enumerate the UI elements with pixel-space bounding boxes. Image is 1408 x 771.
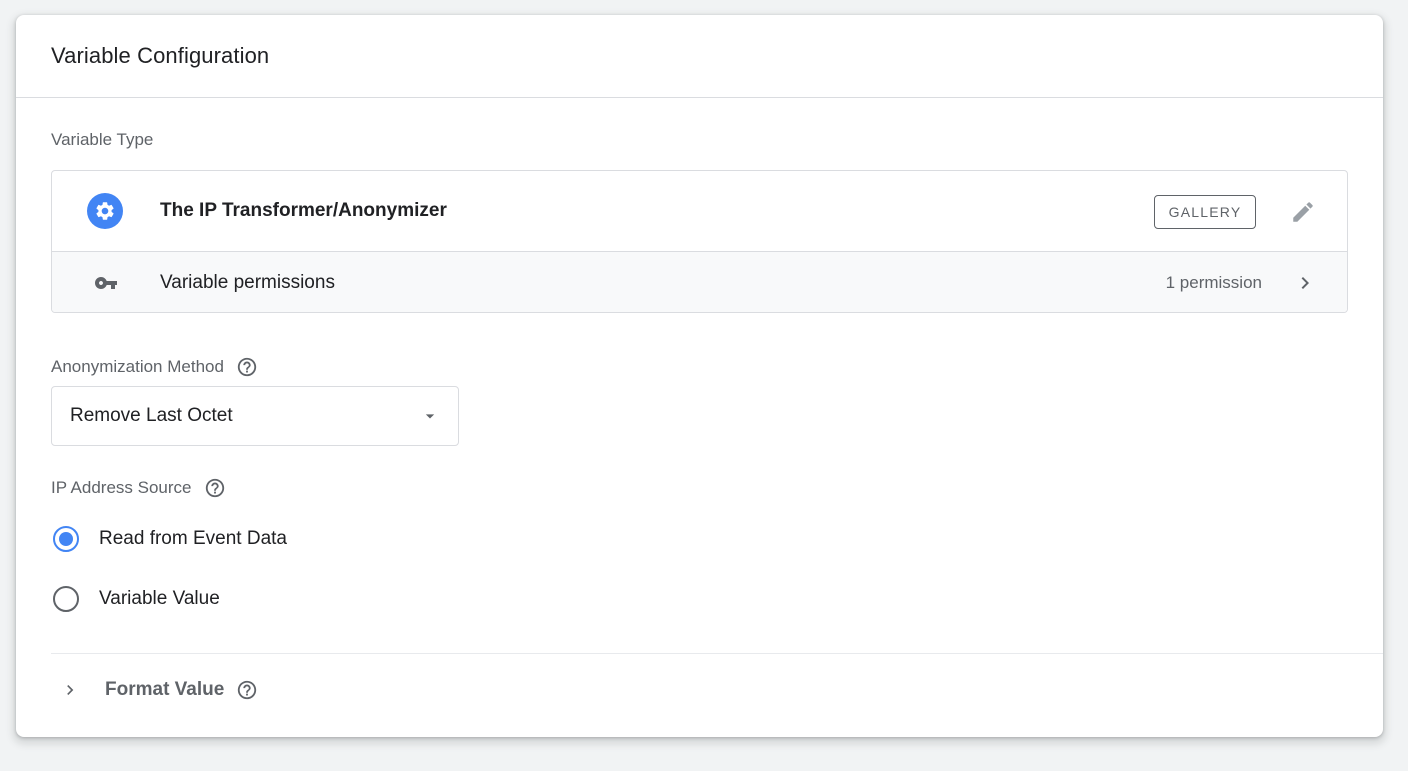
radio-button-unchecked[interactable] (53, 586, 79, 612)
radio-label: Variable Value (99, 588, 220, 609)
variable-configuration-panel: Variable Configuration Variable Type The… (16, 15, 1383, 737)
radio-label: Read from Event Data (99, 528, 287, 549)
chevron-right-icon (60, 678, 80, 702)
panel-header: Variable Configuration (16, 15, 1383, 98)
chevron-right-icon (1293, 271, 1317, 295)
radio-read-from-event-data[interactable]: Read from Event Data (53, 526, 287, 552)
variable-type-label: Variable Type (51, 130, 153, 150)
variable-permissions-row[interactable]: Variable permissions 1 permission (52, 252, 1347, 312)
radio-dot (59, 532, 73, 546)
section-divider (51, 653, 1383, 654)
variable-type-box: The IP Transformer/Anonymizer GALLERY Va… (51, 170, 1348, 313)
key-icon (94, 271, 118, 295)
radio-variable-value[interactable]: Variable Value (53, 586, 220, 612)
anonymization-method-label: Anonymization Method (51, 356, 258, 378)
edit-button[interactable] (1286, 195, 1320, 229)
ip-address-source-label: IP Address Source (51, 477, 226, 499)
radio-button-checked[interactable] (53, 526, 79, 552)
variable-type-row: The IP Transformer/Anonymizer GALLERY (52, 171, 1347, 252)
format-value-toggle[interactable]: Format Value (60, 678, 258, 702)
help-icon[interactable] (236, 679, 258, 701)
help-icon[interactable] (236, 356, 258, 378)
variable-type-label-text: Variable Type (51, 130, 154, 149)
pencil-icon (1293, 202, 1313, 222)
dropdown-arrow-icon (420, 406, 440, 426)
anonymization-method-label-text: Anonymization Method (51, 357, 224, 376)
permissions-count: 1 permission (1165, 272, 1262, 292)
panel-title: Variable Configuration (51, 43, 270, 68)
anonymization-method-value: Remove Last Octet (70, 405, 233, 426)
ip-address-source-label-text: IP Address Source (51, 478, 192, 497)
anonymization-method-select[interactable]: Remove Last Octet (51, 386, 459, 446)
variable-type-name: The IP Transformer/Anonymizer (160, 200, 447, 221)
gear-icon (87, 193, 123, 229)
gallery-badge: GALLERY (1154, 195, 1256, 229)
permissions-label: Variable permissions (160, 271, 335, 293)
help-icon[interactable] (204, 477, 226, 499)
format-value-label: Format Value (105, 679, 225, 700)
